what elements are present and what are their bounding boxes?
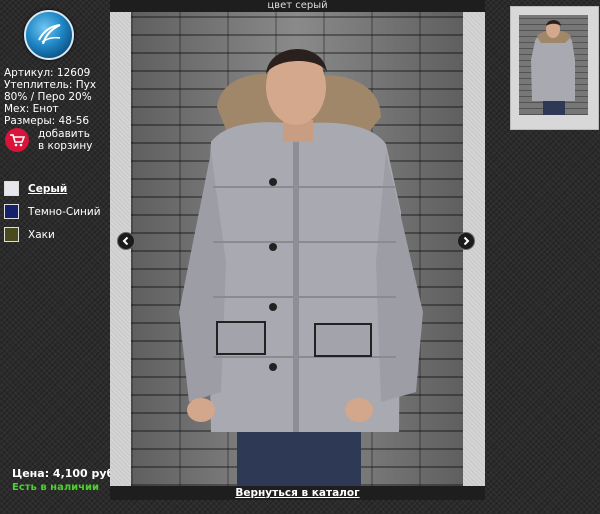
thumbnail-image	[519, 15, 588, 115]
color-options: Серый Темно-Синий Хаки	[4, 177, 101, 246]
jacket-figure	[179, 48, 423, 486]
viewer-caption: цвет серый	[110, 0, 485, 12]
color-label-navy: Темно-Синий	[28, 205, 101, 218]
shopping-cart-icon	[5, 128, 29, 152]
back-to-catalog-link[interactable]: Вернуться в каталог	[235, 487, 359, 499]
add-to-cart-button[interactable]: добавить в корзину	[5, 128, 98, 152]
price-label: Цена: 4,100 руб.	[12, 467, 119, 480]
stock-status: Есть в наличии	[12, 482, 100, 493]
article-number: Артикул: 12609	[4, 67, 91, 79]
viewer-footer: Вернуться в каталог	[110, 486, 485, 500]
fur-type: Мех: Енот	[4, 103, 59, 115]
product-photo	[131, 12, 463, 486]
color-swatch-navy	[4, 204, 19, 219]
insulation-line-2: 80% / Перо 20%	[4, 91, 92, 103]
color-swatch-gray	[4, 181, 19, 196]
color-option-navy[interactable]: Темно-Синий	[4, 200, 101, 223]
color-option-khaki[interactable]: Хаки	[4, 223, 101, 246]
color-label-gray: Серый	[28, 182, 68, 195]
next-image-button[interactable]	[457, 232, 475, 250]
previous-image-button[interactable]	[117, 232, 135, 250]
color-label-khaki: Хаки	[28, 228, 55, 241]
size-range: Размеры: 48-56	[4, 115, 90, 127]
chevron-left-icon	[122, 236, 129, 246]
chevron-right-icon	[463, 236, 470, 246]
product-info: Артикул: 12609 Утеплитель: Пух 80% / Пер…	[4, 67, 114, 127]
add-to-cart-label: добавить в корзину	[38, 128, 93, 152]
color-swatch-khaki	[4, 227, 19, 242]
site-logo[interactable]	[24, 10, 74, 60]
thumbnail[interactable]	[510, 6, 599, 130]
logo-icon	[38, 24, 61, 45]
insulation-line-1: Утеплитель: Пух	[4, 79, 97, 91]
color-option-gray[interactable]: Серый	[4, 177, 101, 200]
